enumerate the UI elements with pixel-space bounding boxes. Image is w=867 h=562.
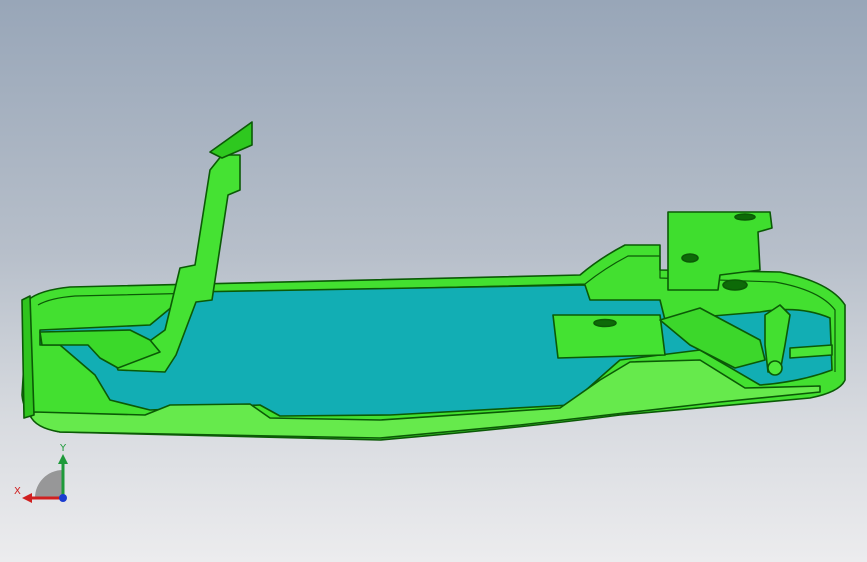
cad-model[interactable]: [0, 0, 867, 562]
pin-head: [767, 360, 783, 376]
bracket-hole: [734, 213, 756, 221]
bracket-hole-3: [722, 279, 748, 291]
y-axis-label: Y: [60, 443, 67, 454]
orientation-triad[interactable]: Y X: [10, 440, 80, 510]
bracket-hole-2: [681, 253, 699, 263]
z-axis-dot: [59, 494, 67, 502]
y-axis-arrow: [58, 454, 68, 464]
x-axis-arrow: [22, 493, 32, 503]
graphics-viewport[interactable]: Y X: [0, 0, 867, 562]
mechanism-rod: [789, 344, 833, 359]
x-axis-label: X: [14, 486, 21, 497]
lever-tip: [209, 121, 253, 159]
triad-plane: [35, 470, 63, 498]
slider-hole: [593, 318, 617, 328]
